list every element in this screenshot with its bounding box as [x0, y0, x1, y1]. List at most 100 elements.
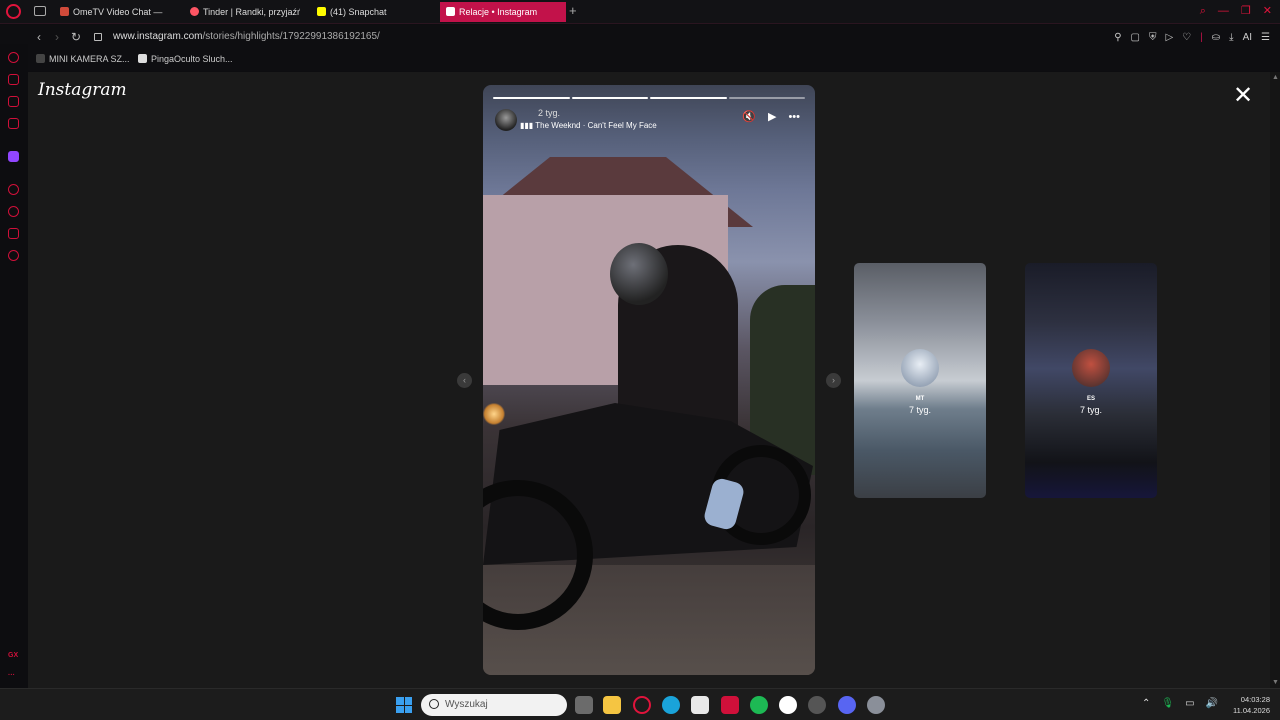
settings-icon[interactable]: [8, 250, 19, 261]
preview-name: ES: [1086, 396, 1095, 402]
ai-button[interactable]: AI: [1243, 31, 1252, 44]
page-scrollbar[interactable]: ▲ ▼: [1270, 72, 1280, 688]
lock-icon: [94, 33, 102, 41]
tab-instagram[interactable]: Relacje • Instagram: [440, 2, 566, 22]
task-view-icon[interactable]: [575, 696, 593, 714]
download-icon[interactable]: ⤓: [1229, 31, 1233, 44]
address-bar: ‹ › ↻ www.instagram.com/stories/highligh…: [0, 25, 1280, 51]
maximize-icon[interactable]: ❐: [1241, 4, 1251, 18]
back-icon[interactable]: ‹: [37, 30, 41, 44]
opera-sidebar: GX ···: [0, 44, 28, 688]
pin-icon[interactable]: ⚲: [1114, 31, 1121, 44]
heart-icon[interactable]: ♡: [1182, 31, 1191, 44]
story-controls: 🔇 ▶ •••: [742, 111, 800, 123]
tab-label: Relacje • Instagram: [459, 7, 538, 17]
next-story-icon[interactable]: ›: [826, 373, 841, 388]
instagram-logo[interactable]: Instagram: [38, 80, 127, 100]
url-field[interactable]: www.instagram.com/stories/highlights/179…: [113, 31, 380, 42]
extensions-icon[interactable]: [8, 228, 19, 239]
settings-app-icon[interactable]: [867, 696, 885, 714]
app-gray-icon[interactable]: [808, 696, 826, 714]
wallet-icon[interactable]: ⛀: [1212, 31, 1220, 44]
snapshot-icon[interactable]: ▢: [1131, 31, 1140, 44]
player-icon[interactable]: [8, 184, 19, 195]
more-icon[interactable]: ···: [8, 672, 15, 679]
clock-date: 11.04.2026: [1233, 706, 1270, 715]
scroll-down-icon[interactable]: ▼: [1272, 679, 1279, 686]
taskbar: Wyszukaj ⌃ 🎙 ▭ 🔊 04:03:28 11.04.2026: [0, 688, 1280, 720]
forward-icon[interactable]: ›: [55, 30, 59, 44]
edge-icon[interactable]: [662, 696, 680, 714]
taskbar-clock[interactable]: 04:03:28 11.04.2026: [1233, 694, 1270, 716]
play-icon[interactable]: ▷: [1165, 31, 1173, 44]
bookmark-label: PingaOculto Sluch...: [151, 54, 233, 64]
close-window-icon[interactable]: ✕: [1263, 4, 1272, 18]
gx-label[interactable]: GX: [8, 652, 18, 659]
story-music[interactable]: ▮▮▮ The Weeknd · Can't Feel My Face: [520, 121, 657, 130]
bookmark-favicon-icon: [36, 54, 45, 63]
network-icon[interactable]: ▭: [1185, 698, 1194, 710]
opera-gx-taskbar-icon[interactable]: [633, 696, 651, 714]
story-avatar[interactable]: [495, 109, 517, 131]
window-controls: ⌕ — ❐ ✕: [1200, 4, 1272, 18]
story-music-label: The Weeknd · Can't Feel My Face: [535, 121, 657, 130]
history-icon[interactable]: [8, 206, 19, 217]
ometv-favicon-icon: [60, 7, 69, 16]
bookmark-pingaoculto[interactable]: PingaOculto Sluch...: [138, 54, 233, 64]
preview-avatar: [1072, 349, 1110, 387]
url-host: www.instagram.com: [113, 31, 203, 42]
tinder-favicon-icon: [190, 7, 199, 16]
system-tray: ⌃ 🎙 ▭ 🔊: [1142, 698, 1218, 710]
reload-icon[interactable]: ↻: [71, 30, 81, 44]
progress-segment: [571, 97, 648, 99]
discord-icon[interactable]: [838, 696, 856, 714]
tab-label: Tinder | Randki, przyjaźń,: [203, 7, 300, 17]
menu-icon[interactable]: ☰: [1261, 31, 1270, 44]
search-tabs-icon[interactable]: ⌕: [1200, 4, 1206, 18]
gx-control-icon[interactable]: [8, 52, 19, 63]
tab-label: OmeTV Video Chat —: [73, 7, 163, 17]
search-icon: [429, 699, 439, 709]
mute-icon[interactable]: 🔇: [742, 111, 756, 123]
microphone-icon[interactable]: 🎙: [1161, 698, 1174, 710]
play-story-icon[interactable]: ▶: [768, 111, 776, 123]
music-bars-icon: ▮▮▮: [520, 121, 536, 130]
story-image-helmet: [610, 243, 668, 305]
more-options-icon[interactable]: •••: [788, 111, 800, 123]
search-placeholder: Wyszukaj: [445, 699, 488, 710]
preview-time: 7 tyg.: [908, 405, 931, 415]
workspaces-icon[interactable]: [34, 6, 46, 16]
gx-store-icon[interactable]: [8, 74, 19, 85]
story-card[interactable]: 2 tyg. ▮▮▮ The Weeknd · Can't Feel My Fa…: [483, 85, 815, 675]
new-tab-plus-icon[interactable]: +: [569, 4, 577, 18]
steam-icon[interactable]: [779, 696, 797, 714]
spotify-icon[interactable]: [750, 696, 768, 714]
gx-corner-icon[interactable]: [8, 96, 19, 107]
store-icon[interactable]: [691, 696, 709, 714]
shield-icon[interactable]: ⛨: [1149, 31, 1157, 44]
story-image-headlight: [483, 403, 505, 425]
file-explorer-icon[interactable]: [603, 696, 621, 714]
close-story-icon[interactable]: ✕: [1233, 84, 1253, 108]
app-red-icon[interactable]: [721, 696, 739, 714]
tab-bar: OmeTV Video Chat — Tinder | Randki, przy…: [0, 0, 1280, 24]
preview-avatar: [901, 349, 939, 387]
windows-start-icon[interactable]: [396, 697, 412, 713]
twitch-icon[interactable]: [8, 151, 19, 162]
taskbar-search[interactable]: Wyszukaj: [421, 694, 567, 716]
volume-icon[interactable]: 🔊: [1206, 698, 1218, 710]
instagram-favicon-icon: [446, 7, 455, 16]
prev-story-icon[interactable]: ‹: [457, 373, 472, 388]
tab-ometv[interactable]: OmeTV Video Chat —: [54, 2, 172, 22]
tray-expand-icon[interactable]: ⌃: [1142, 698, 1150, 710]
bookmark-mini-kamera[interactable]: MINI KAMERA SZ...: [36, 54, 130, 64]
tab-snapchat[interactable]: (41) Snapchat: [311, 2, 431, 22]
messenger-icon[interactable]: [8, 118, 19, 129]
tab-tinder[interactable]: Tinder | Randki, przyjaźń,: [184, 2, 300, 22]
highlight-preview-mt[interactable]: MT 7 tyg.: [854, 263, 986, 498]
opera-logo-icon[interactable]: [6, 4, 21, 19]
minimize-icon[interactable]: —: [1218, 4, 1229, 18]
preview-name: MT: [915, 396, 925, 402]
highlight-preview-es[interactable]: ES 7 tyg.: [1025, 263, 1157, 498]
scroll-up-icon[interactable]: ▲: [1272, 74, 1279, 81]
